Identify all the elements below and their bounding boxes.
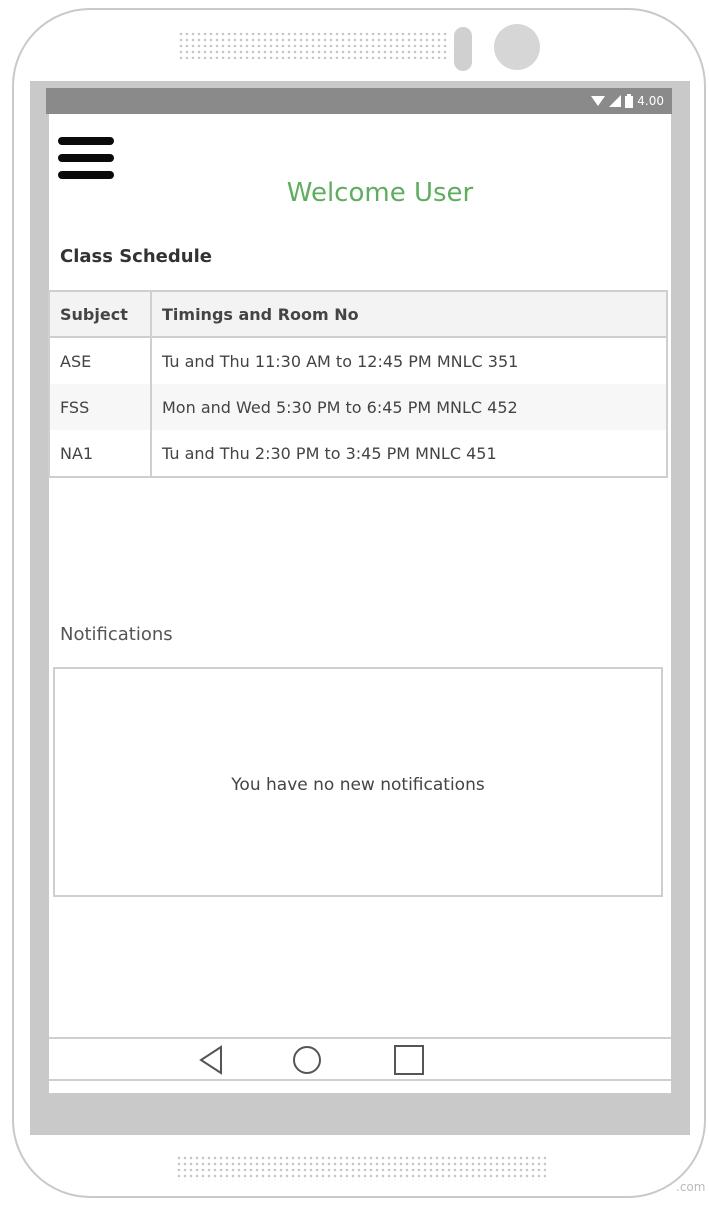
table-row[interactable]: ASE Tu and Thu 11:30 AM to 12:45 PM MNLC… — [48, 337, 668, 384]
timing-cell: Tu and Thu 2:30 PM to 3:45 PM MNLC 451 — [150, 430, 668, 478]
back-triangle-icon[interactable] — [193, 1045, 229, 1075]
column-header-subject: Subject — [48, 290, 152, 338]
status-bar: 4.00 — [46, 88, 672, 114]
schedule-title: Class Schedule — [60, 246, 212, 267]
column-header-timing: Timings and Room No — [150, 290, 668, 338]
table-header-row: Subject Timings and Room No — [48, 290, 668, 338]
schedule-table: Subject Timings and Room No ASE Tu and T… — [48, 290, 668, 478]
timing-cell: Mon and Wed 5:30 PM to 6:45 PM MNLC 452 — [150, 384, 668, 430]
wifi-icon — [591, 96, 606, 106]
menu-bar — [58, 137, 114, 145]
notifications-title: Notifications — [60, 624, 173, 645]
home-circle-icon[interactable] — [289, 1045, 325, 1075]
top-speaker-grille — [178, 31, 450, 59]
timing-cell: Tu and Thu 11:30 AM to 12:45 PM MNLC 351 — [150, 337, 668, 384]
menu-bar — [58, 171, 114, 179]
notifications-empty-message: You have no new notifications — [231, 775, 485, 795]
notifications-panel: You have no new notifications — [53, 667, 663, 897]
table-row[interactable]: FSS Mon and Wed 5:30 PM to 6:45 PM MNLC … — [48, 384, 668, 430]
watermark: .com — [676, 1180, 706, 1194]
subject-cell: FSS — [48, 384, 152, 430]
status-time: 4.00 — [637, 94, 664, 108]
front-camera — [494, 24, 540, 70]
status-icons: 4.00 — [591, 92, 664, 110]
welcome-title: Welcome User — [286, 178, 474, 208]
menu-icon[interactable] — [58, 137, 114, 181]
bottom-speaker-grille — [176, 1155, 546, 1181]
battery-icon — [625, 94, 634, 108]
table-row[interactable]: NA1 Tu and Thu 2:30 PM to 3:45 PM MNLC 4… — [48, 430, 668, 478]
recent-square-icon[interactable] — [391, 1045, 427, 1075]
subject-cell: NA1 — [48, 430, 152, 478]
menu-bar — [58, 154, 114, 162]
signal-icon — [609, 95, 622, 107]
navigation-bar — [49, 1037, 671, 1081]
subject-cell: ASE — [48, 337, 152, 384]
sensor-pill — [454, 27, 472, 71]
